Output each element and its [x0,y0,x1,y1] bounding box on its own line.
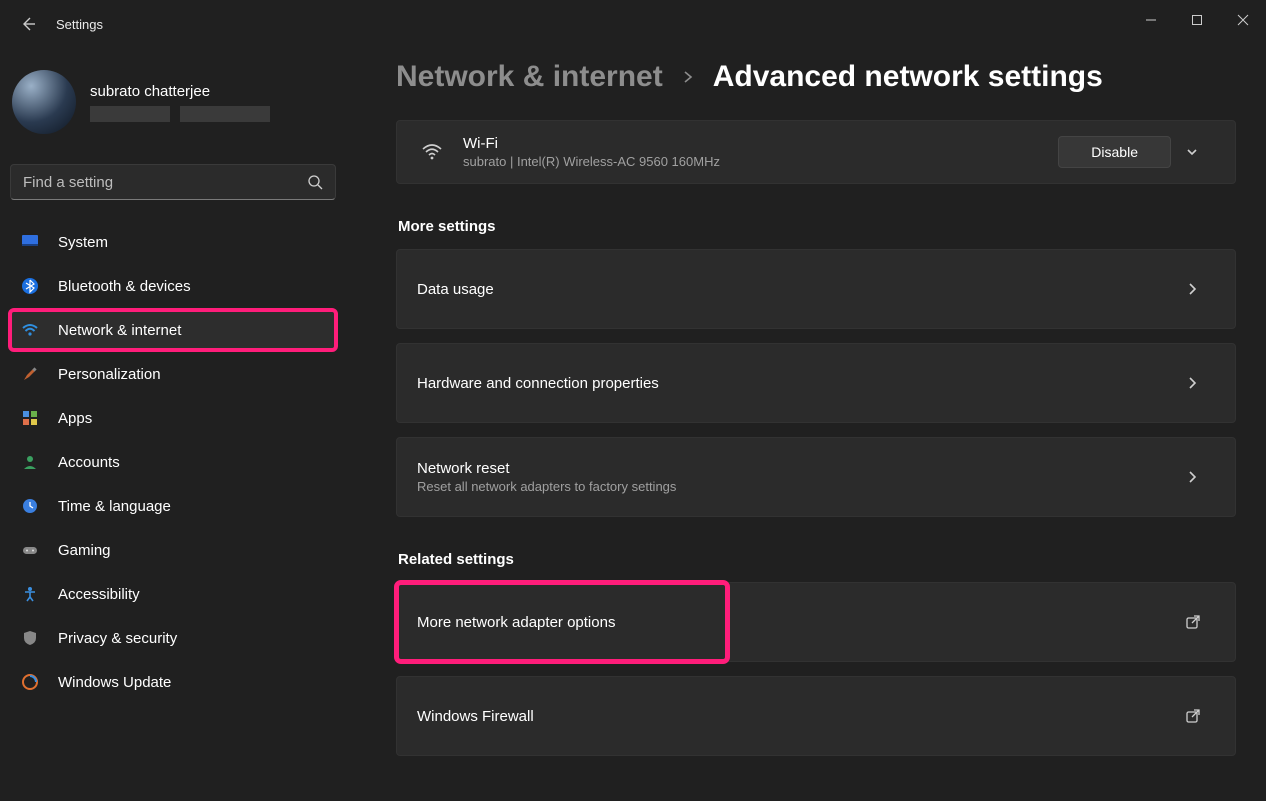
external-link-icon [1185,708,1215,724]
sidebar-item-bluetooth[interactable]: Bluetooth & devices [10,266,336,306]
arrow-left-icon [20,16,36,32]
sidebar-item-label: Network & internet [58,322,181,339]
shield-icon [20,628,40,648]
sidebar-item-label: Accounts [58,454,120,471]
sidebar-item-apps[interactable]: Apps [10,398,336,438]
gamepad-icon [20,540,40,560]
chevron-right-icon [1185,470,1215,484]
wifi-icon [20,320,40,340]
titlebar: Settings [0,0,1266,48]
chevron-right-icon [1185,282,1215,296]
breadcrumb: Network & internet Advanced network sett… [396,60,1236,94]
card-title: Windows Firewall [417,708,1185,725]
sidebar-item-label: System [58,234,108,251]
sidebar-item-personalization[interactable]: Personalization [10,354,336,394]
close-icon [1237,14,1249,26]
window-controls [1128,0,1266,40]
profile-text: subrato chatterjee [90,83,270,122]
sidebar-item-label: Accessibility [58,586,140,603]
sidebar-item-label: Apps [58,410,92,427]
avatar [12,70,76,134]
chevron-down-icon[interactable] [1185,145,1215,159]
sidebar-item-label: Gaming [58,542,111,559]
external-link-icon [1185,614,1215,630]
sidebar-item-system[interactable]: System [10,222,336,262]
sidebar-item-privacy[interactable]: Privacy & security [10,618,336,658]
disable-button[interactable]: Disable [1058,136,1171,168]
wifi-icon [417,141,447,163]
sidebar-item-accessibility[interactable]: Accessibility [10,574,336,614]
chevron-right-icon [681,70,695,84]
sidebar-item-network[interactable]: Network & internet [10,310,336,350]
sidebar-item-gaming[interactable]: Gaming [10,530,336,570]
update-icon [20,672,40,692]
paintbrush-icon [20,364,40,384]
sidebar-item-label: Windows Update [58,674,171,691]
main-content: Network & internet Advanced network sett… [396,60,1236,760]
card-data-usage[interactable]: Data usage [396,249,1236,329]
accessibility-icon [20,584,40,604]
back-button[interactable] [14,10,42,38]
search-input[interactable]: Find a setting [10,164,336,200]
display-icon [20,232,40,252]
card-hardware-properties[interactable]: Hardware and connection properties [396,343,1236,423]
minimize-button[interactable] [1128,0,1174,40]
card-network-reset[interactable]: Network reset Reset all network adapters… [396,437,1236,517]
sidebar-item-label: Time & language [58,498,171,515]
card-title: Data usage [417,281,1185,298]
nav: System Bluetooth & devices Network & int… [10,222,336,702]
section-more-settings: More settings [398,218,1236,235]
profile-subtext [90,106,270,122]
card-subtitle: Reset all network adapters to factory se… [417,479,1185,494]
section-related-settings: Related settings [398,551,1236,568]
minimize-icon [1145,14,1157,26]
bluetooth-icon [20,276,40,296]
profile-name: subrato chatterjee [90,83,270,100]
search-placeholder: Find a setting [23,174,307,191]
profile[interactable]: subrato chatterjee [10,48,336,146]
sidebar-item-time[interactable]: Time & language [10,486,336,526]
sidebar-item-label: Bluetooth & devices [58,278,191,295]
person-icon [20,452,40,472]
close-button[interactable] [1220,0,1266,40]
page-title: Advanced network settings [713,60,1103,94]
breadcrumb-parent[interactable]: Network & internet [396,60,663,94]
chevron-right-icon [1185,376,1215,390]
wifi-adapter-card[interactable]: Wi-Fi subrato | Intel(R) Wireless-AC 956… [396,120,1236,184]
card-windows-firewall[interactable]: Windows Firewall [396,676,1236,756]
sidebar-item-label: Privacy & security [58,630,177,647]
apps-icon [20,408,40,428]
card-more-adapter-options[interactable]: More network adapter options [396,582,1236,662]
clock-icon [20,496,40,516]
search-icon [307,174,323,190]
wifi-detail: subrato | Intel(R) Wireless-AC 9560 160M… [463,154,1058,169]
card-title: Network reset [417,460,1185,477]
wifi-title: Wi-Fi [463,135,1058,152]
sidebar-item-label: Personalization [58,366,161,383]
card-title: Hardware and connection properties [417,375,1185,392]
maximize-icon [1191,14,1203,26]
window-title: Settings [56,17,103,32]
sidebar-item-update[interactable]: Windows Update [10,662,336,702]
maximize-button[interactable] [1174,0,1220,40]
sidebar: subrato chatterjee Find a setting System… [0,48,346,702]
sidebar-item-accounts[interactable]: Accounts [10,442,336,482]
card-title: More network adapter options [417,614,1185,631]
